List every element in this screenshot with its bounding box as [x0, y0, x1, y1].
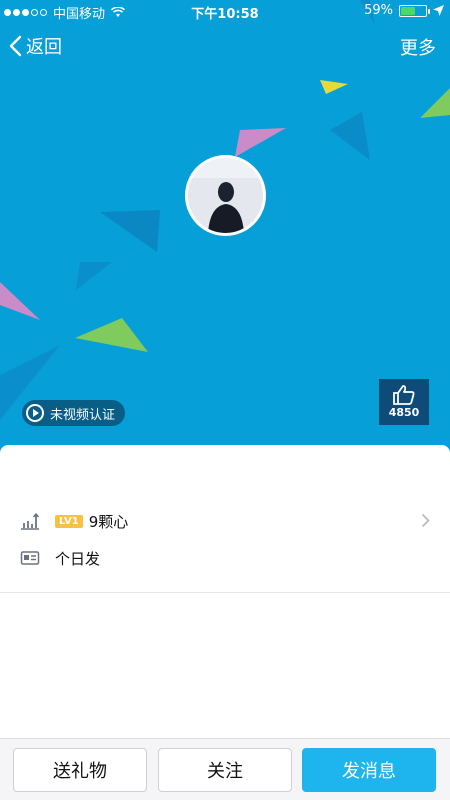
status-bar: 中国移动 下午10:58 59%	[0, 0, 450, 22]
signature-row: 个日发	[0, 543, 450, 573]
avatar[interactable]	[185, 155, 266, 236]
like-button[interactable]: 4850	[379, 379, 429, 425]
play-icon	[26, 404, 44, 422]
follow-button[interactable]: 关注	[158, 748, 292, 792]
battery-fill	[401, 6, 416, 15]
status-right: 59%	[364, 3, 444, 18]
chevron-left-icon	[9, 35, 22, 57]
hearts-row[interactable]: LV1 9颗心	[0, 506, 450, 536]
bottom-action-bar: 送礼物 关注 发消息	[0, 738, 450, 800]
more-button[interactable]: 更多	[400, 34, 436, 60]
video-badge-label: 未视频认证	[50, 407, 116, 423]
thumbs-up-icon	[393, 385, 415, 405]
location-arrow-icon	[433, 5, 444, 16]
section-divider	[0, 592, 450, 593]
bar-chart-up-icon	[21, 512, 40, 530]
id-card-icon	[20, 551, 40, 565]
avatar-image	[188, 158, 263, 233]
back-button[interactable]: 返回	[8, 33, 62, 59]
hearts-content: LV1 9颗心	[55, 511, 128, 532]
back-label: 返回	[26, 37, 62, 58]
send-gift-button[interactable]: 送礼物	[13, 748, 147, 792]
signature-text: 个日发	[55, 549, 101, 568]
chevron-right-icon	[421, 513, 430, 528]
like-count: 4850	[388, 406, 420, 419]
send-message-button[interactable]: 发消息	[302, 748, 436, 792]
video-verification-badge[interactable]: 未视频认证	[22, 400, 126, 426]
level-badge: LV1	[55, 514, 83, 528]
battery-icon	[399, 4, 430, 17]
battery-percent: 59%	[364, 3, 393, 18]
profile-cover: 中国移动 下午10:58 59% 返回 更多 未视频认证 4850	[0, 0, 450, 452]
profile-info-card	[0, 445, 450, 745]
signature-content: 个日发	[55, 548, 100, 569]
hearts-label: 9颗心	[88, 512, 129, 531]
